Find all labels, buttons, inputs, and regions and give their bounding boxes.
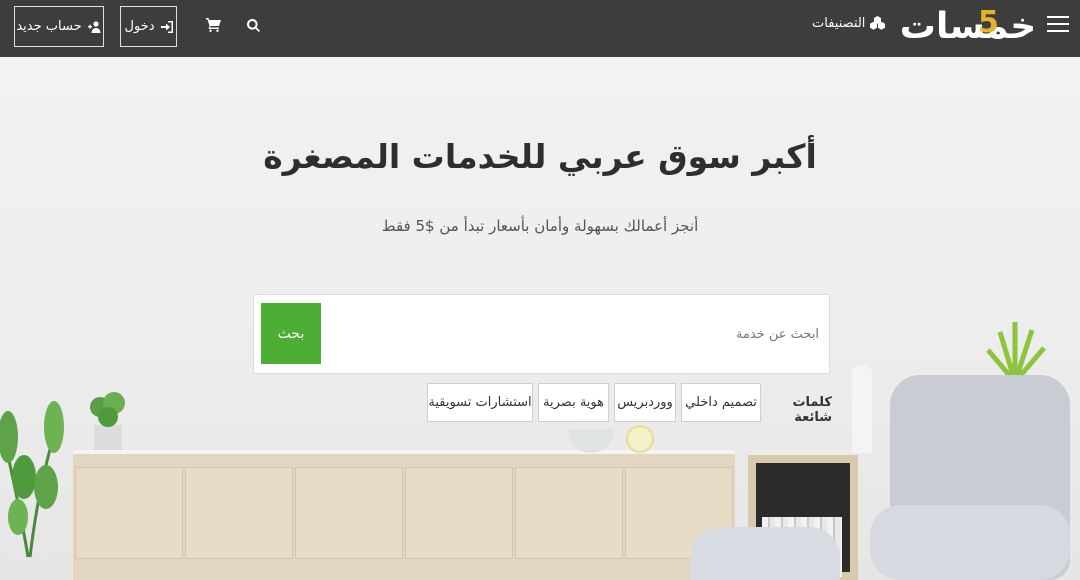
plant-right-icon [986,322,1046,382]
register-button[interactable]: حساب جديد [14,6,104,47]
sign-in-icon [160,20,173,33]
login-button[interactable]: دخول [120,6,177,47]
service-search-form: بحث [253,294,830,374]
logo-wordmark: خمسات [899,5,1037,47]
hero-section: أكبر سوق عربي للخدمات المصغرة أنجز أعمال… [0,57,1080,580]
hamburger-menu-icon[interactable] [1046,13,1070,35]
service-search-input[interactable] [324,305,819,363]
search-button[interactable]: بحث [261,303,321,364]
sideboard-door [185,467,293,559]
register-label: حساب جديد [16,19,82,34]
chair-decor [690,527,840,580]
popular-keywords-label: كلمات شائعة [792,395,832,425]
plant-left-icon [0,401,64,580]
khamsat-logo[interactable]: خمسات 5 [899,3,1037,49]
hero-subtitle: أنجز أعمالك بسهولة وأمان بأسعار تبدأ من … [381,217,699,235]
top-navbar: حساب جديد دخول التصنيفات خمسات 5 [0,0,1080,57]
tag-visual-identity[interactable]: هوية بصرية [538,383,609,422]
armchair-seat-decor [870,505,1070,580]
clock-icon [626,425,654,453]
user-plus-icon [87,20,101,33]
small-plant-icon [90,392,125,455]
cubes-icon [870,16,886,30]
hero-title: أكبر سوق عربي للخدمات المصغرة [263,137,817,176]
shopping-cart-icon[interactable] [202,14,224,36]
categories-link[interactable]: التصنيفات [812,12,886,34]
tag-wordpress[interactable]: ووردبريس [614,383,676,422]
tag-interior-design[interactable]: تصميم داخلي [681,383,761,422]
categories-label: التصنيفات [812,15,866,31]
vase-decor [852,365,872,453]
search-icon[interactable] [242,14,264,36]
login-label: دخول [124,19,155,34]
tag-marketing-consulting[interactable]: استشارات تسويقية [427,383,533,422]
sideboard-door [75,467,183,559]
sideboard-door [295,467,403,559]
sideboard-door [515,467,623,559]
logo-five: 5 [978,5,999,40]
sideboard-door [405,467,513,559]
